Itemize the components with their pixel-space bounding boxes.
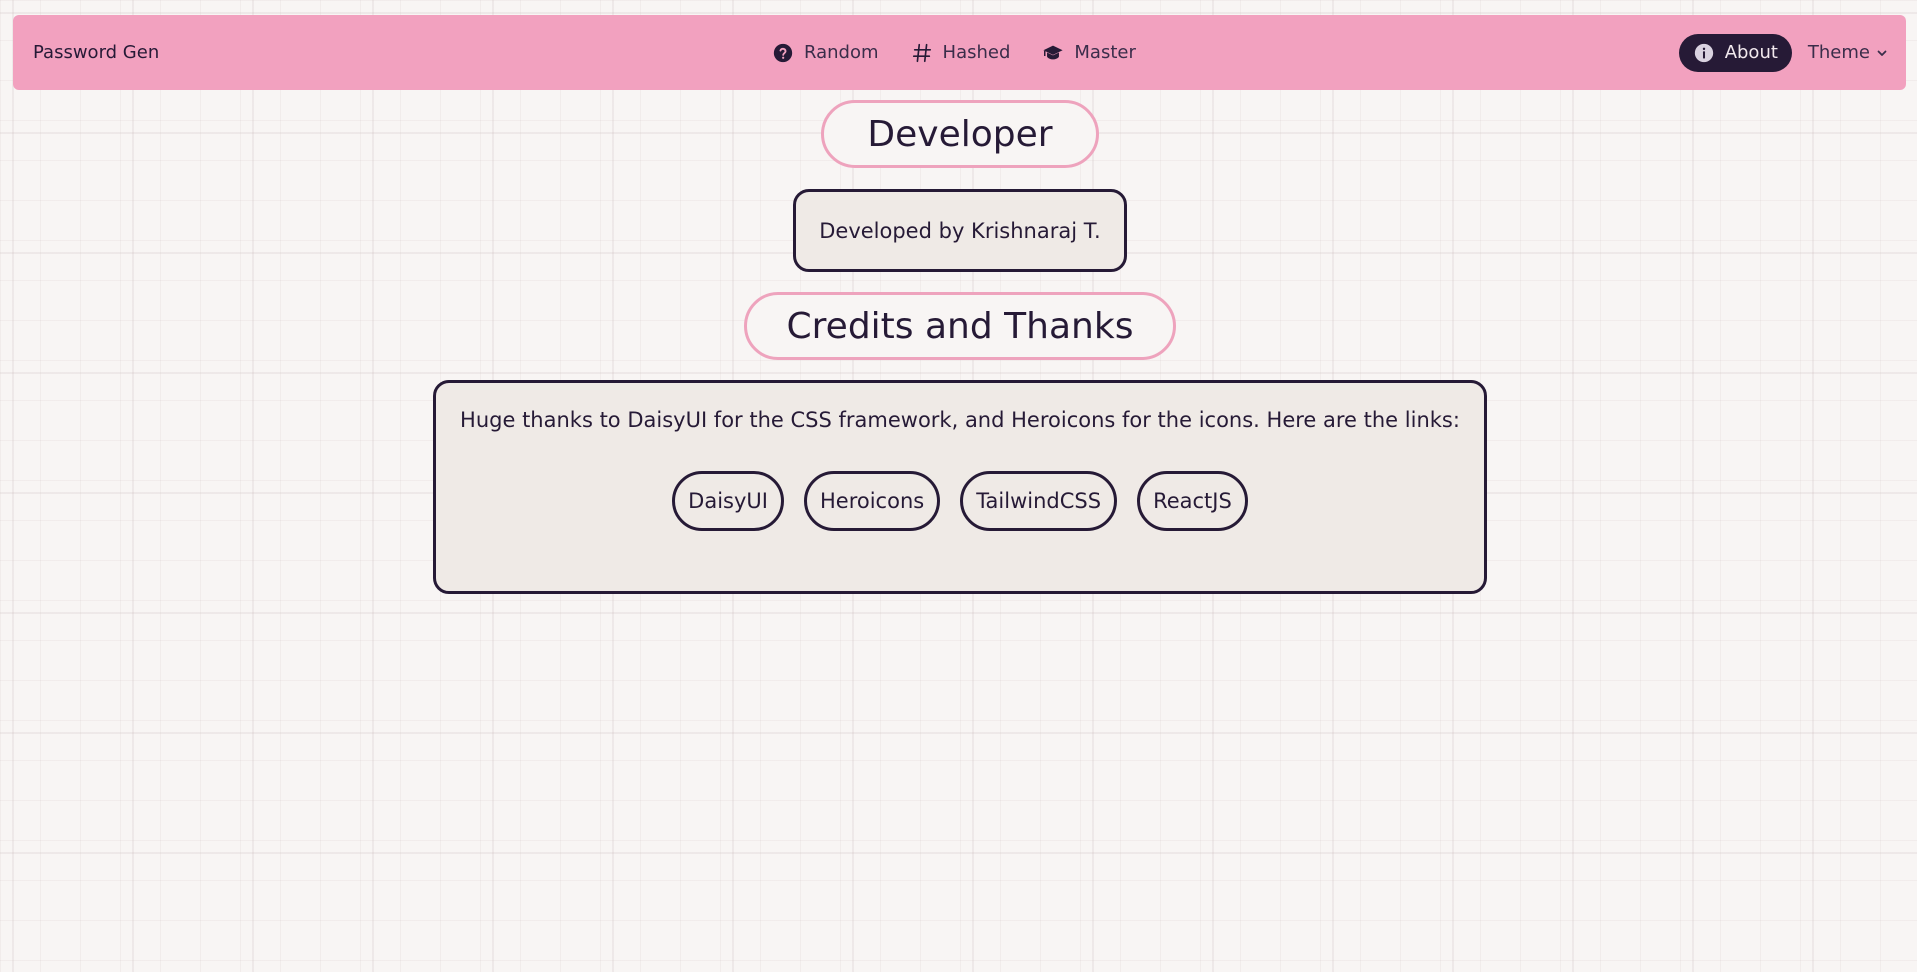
- nav-random-label: Random: [804, 42, 879, 63]
- tailwindcss-link-button[interactable]: TailwindCSS: [960, 471, 1118, 531]
- nav-right: About Theme: [1678, 15, 1892, 90]
- reactjs-link-button[interactable]: ReactJS: [1137, 471, 1248, 531]
- nav-random[interactable]: Random: [760, 34, 891, 72]
- developer-card: Developed by Krishnaraj T.: [793, 189, 1127, 272]
- nav-menu: Random Hashed Master: [760, 15, 1148, 90]
- credits-links: DaisyUI Heroicons TailwindCSS ReactJS: [436, 471, 1484, 531]
- nav-master[interactable]: Master: [1030, 34, 1147, 72]
- nav-hashed-label: Hashed: [942, 42, 1011, 63]
- developer-title: Developer: [821, 100, 1099, 168]
- nav-master-label: Master: [1074, 42, 1136, 63]
- navbar: Password Gen Random Hashed Master About …: [13, 15, 1906, 90]
- nav-hashed[interactable]: Hashed: [899, 34, 1023, 72]
- theme-label: Theme: [1807, 42, 1870, 63]
- academic-cap-icon: [1043, 45, 1064, 59]
- theme-dropdown[interactable]: Theme: [1800, 34, 1892, 71]
- chevron-down-icon: [1877, 50, 1887, 56]
- question-circle-icon: [773, 43, 793, 62]
- info-icon: [1694, 43, 1713, 62]
- hashtag-icon: [912, 43, 931, 62]
- about-button[interactable]: About: [1678, 33, 1792, 72]
- heroicons-link-button[interactable]: Heroicons: [803, 471, 941, 531]
- credits-title: Credits and Thanks: [744, 292, 1176, 360]
- credits-text: Huge thanks to DaisyUI for the CSS frame…: [460, 408, 1460, 432]
- about-label: About: [1724, 42, 1778, 63]
- brand-link[interactable]: Password Gen: [33, 15, 159, 90]
- developer-text: Developed by Krishnaraj T.: [819, 218, 1101, 243]
- daisyui-link-button[interactable]: DaisyUI: [672, 471, 784, 531]
- credits-card: Huge thanks to DaisyUI for the CSS frame…: [433, 380, 1487, 594]
